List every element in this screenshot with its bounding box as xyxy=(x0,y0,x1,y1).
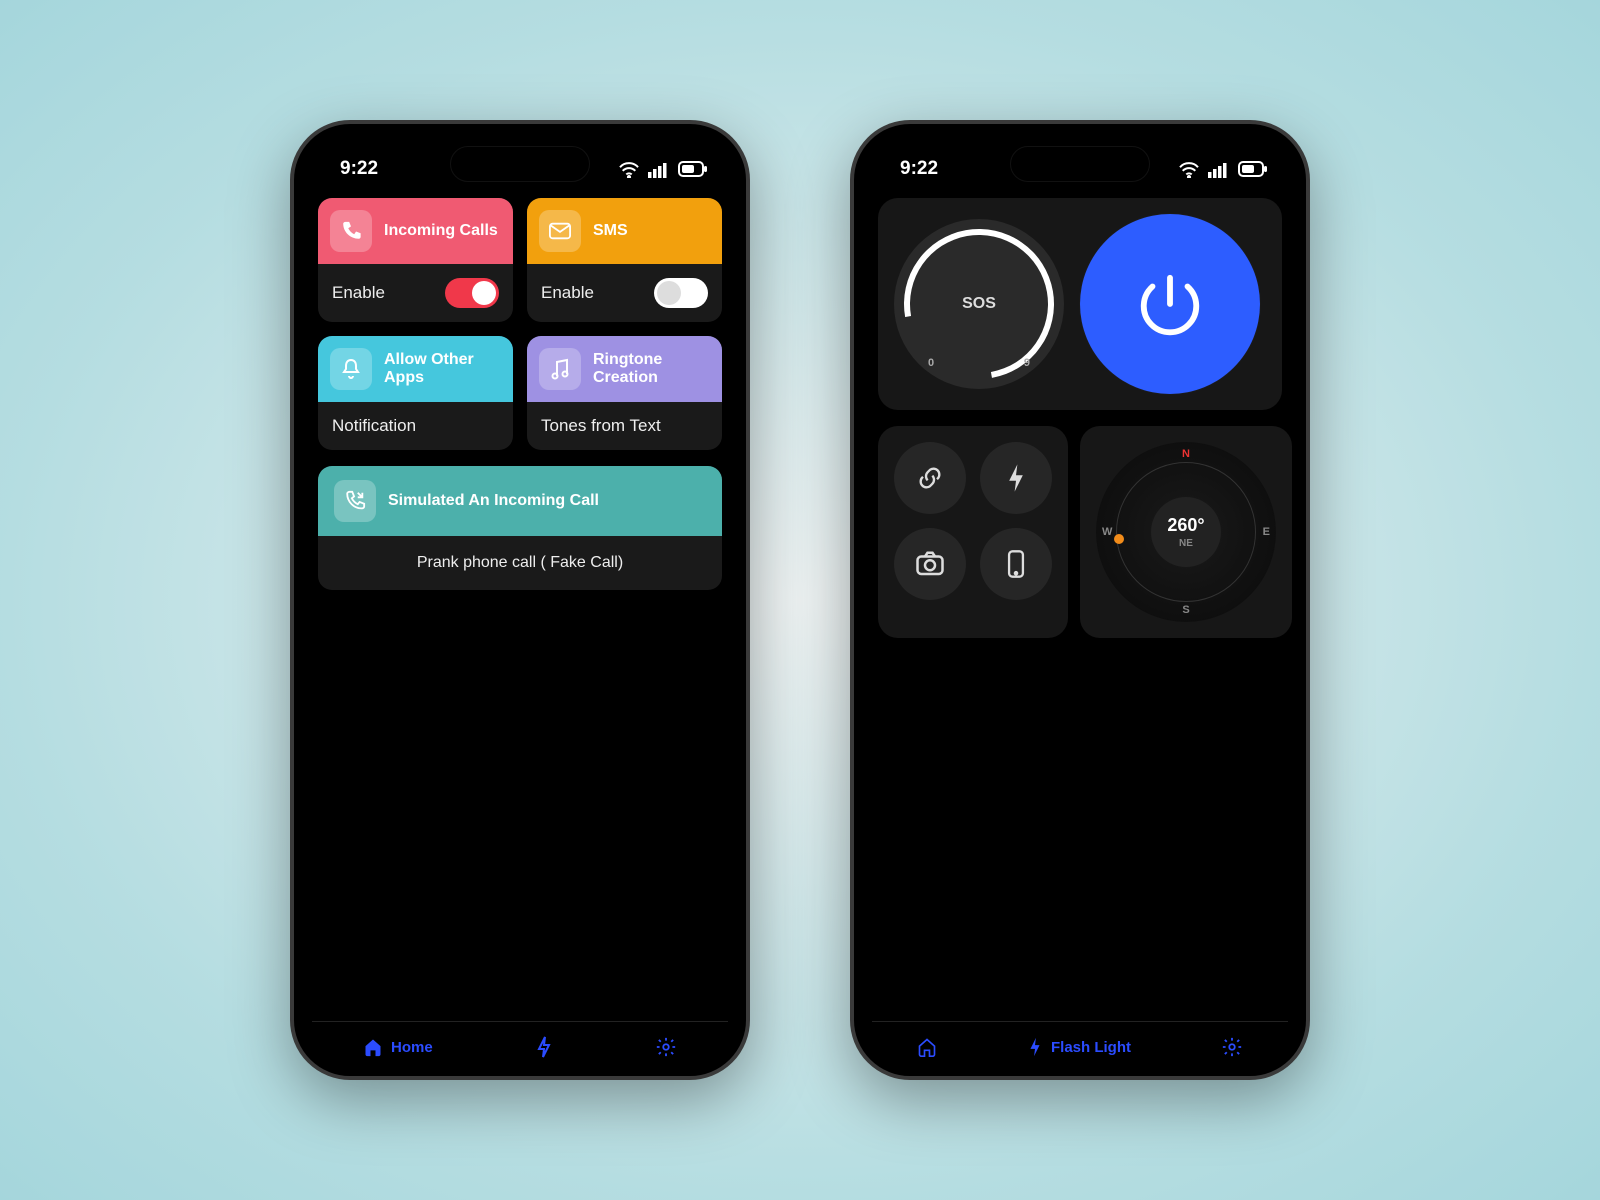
nav-flash[interactable] xyxy=(535,1036,553,1058)
wifi-icon xyxy=(1178,160,1200,178)
power-side-button[interactable] xyxy=(746,374,750,484)
compass-indicator-dot xyxy=(1114,534,1124,544)
incoming-calls-title: Incoming Calls xyxy=(384,222,498,240)
sos-power-panel: SOS 0 9 xyxy=(878,198,1282,410)
ringtone-label: Tones from Text xyxy=(541,416,661,436)
incoming-call-icon xyxy=(334,480,376,522)
cellular-icon xyxy=(648,160,670,178)
music-icon xyxy=(539,348,581,390)
compass-n: N xyxy=(1182,448,1190,460)
sms-card[interactable]: SMS Enable xyxy=(527,198,722,322)
link-tool-button[interactable] xyxy=(894,442,966,514)
mute-switch[interactable] xyxy=(850,294,854,334)
dynamic-island xyxy=(450,146,590,182)
bottom-nav: Flash Light xyxy=(872,1021,1288,1058)
volume-up-button[interactable] xyxy=(850,354,854,424)
volume-down-button[interactable] xyxy=(850,444,854,514)
link-icon xyxy=(916,464,944,492)
camera-icon xyxy=(915,551,945,577)
incoming-calls-label: Enable xyxy=(332,283,385,303)
sos-max: 9 xyxy=(1024,357,1030,369)
flash-tool-button[interactable] xyxy=(980,442,1052,514)
sos-min: 0 xyxy=(928,357,934,369)
nav-home[interactable] xyxy=(917,1037,937,1057)
nav-home-label: Home xyxy=(391,1039,433,1056)
cellular-icon xyxy=(1208,160,1230,178)
nav-settings[interactable] xyxy=(1221,1036,1243,1058)
nav-flash[interactable]: Flash Light xyxy=(1027,1037,1131,1057)
phone-home-screen: 9:22 Incoming Calls xyxy=(290,120,750,1080)
home-content: Incoming Calls Enable SMS Enable xyxy=(310,186,730,590)
power-side-button[interactable] xyxy=(1306,374,1310,484)
allow-apps-card[interactable]: Allow Other Apps Notification xyxy=(318,336,513,450)
incoming-calls-card[interactable]: Incoming Calls Enable xyxy=(318,198,513,322)
simulated-call-sub: Prank phone call ( Fake Call) xyxy=(318,536,722,590)
status-time: 9:22 xyxy=(900,158,938,180)
compass-panel[interactable]: N S E W 260° NE xyxy=(1080,426,1292,638)
power-button[interactable] xyxy=(1080,214,1260,394)
quick-tools-panel xyxy=(878,426,1068,638)
battery-icon xyxy=(678,161,708,177)
allow-apps-label: Notification xyxy=(332,416,416,436)
gear-icon xyxy=(655,1036,677,1058)
phone-flashlight-screen: 9:22 SOS 0 9 xyxy=(850,120,1310,1080)
ringtone-card[interactable]: Ringtone Creation Tones from Text xyxy=(527,336,722,450)
volume-up-button[interactable] xyxy=(290,354,294,424)
camera-tool-button[interactable] xyxy=(894,528,966,600)
incoming-calls-toggle[interactable] xyxy=(445,278,499,308)
nav-home[interactable]: Home xyxy=(363,1037,433,1057)
bolt-icon xyxy=(1027,1037,1043,1057)
compass-w: W xyxy=(1102,526,1112,538)
bell-icon xyxy=(330,348,372,390)
home-icon xyxy=(917,1037,937,1057)
nav-settings[interactable] xyxy=(655,1036,677,1058)
sms-label: Enable xyxy=(541,283,594,303)
phone-tool-button[interactable] xyxy=(980,528,1052,600)
sms-toggle[interactable] xyxy=(654,278,708,308)
volume-down-button[interactable] xyxy=(290,444,294,514)
simulated-call-title: Simulated An Incoming Call xyxy=(388,492,599,510)
allow-apps-title: Allow Other Apps xyxy=(384,351,501,387)
battery-icon xyxy=(1238,161,1268,177)
mute-switch[interactable] xyxy=(290,294,294,334)
phone-icon xyxy=(330,210,372,252)
mail-icon xyxy=(539,210,581,252)
smartphone-icon xyxy=(1006,549,1026,579)
bolt-icon xyxy=(1005,463,1027,493)
simulated-call-card[interactable]: Simulated An Incoming Call Prank phone c… xyxy=(318,466,722,590)
sos-dial[interactable]: SOS 0 9 xyxy=(894,219,1064,389)
compass-e: E xyxy=(1263,526,1270,538)
compass-s: S xyxy=(1182,604,1189,616)
compass-widget[interactable]: N S E W 260° NE xyxy=(1096,442,1276,622)
bolt-icon xyxy=(535,1036,553,1058)
status-time: 9:22 xyxy=(340,158,378,180)
ringtone-title: Ringtone Creation xyxy=(593,351,710,387)
wifi-icon xyxy=(618,160,640,178)
dynamic-island xyxy=(1010,146,1150,182)
bottom-nav: Home xyxy=(312,1021,728,1058)
power-icon xyxy=(1135,269,1205,339)
sms-title: SMS xyxy=(593,222,628,240)
nav-flash-label: Flash Light xyxy=(1051,1039,1131,1056)
gear-icon xyxy=(1221,1036,1243,1058)
home-icon xyxy=(363,1037,383,1057)
flashlight-content: SOS 0 9 xyxy=(870,186,1290,638)
